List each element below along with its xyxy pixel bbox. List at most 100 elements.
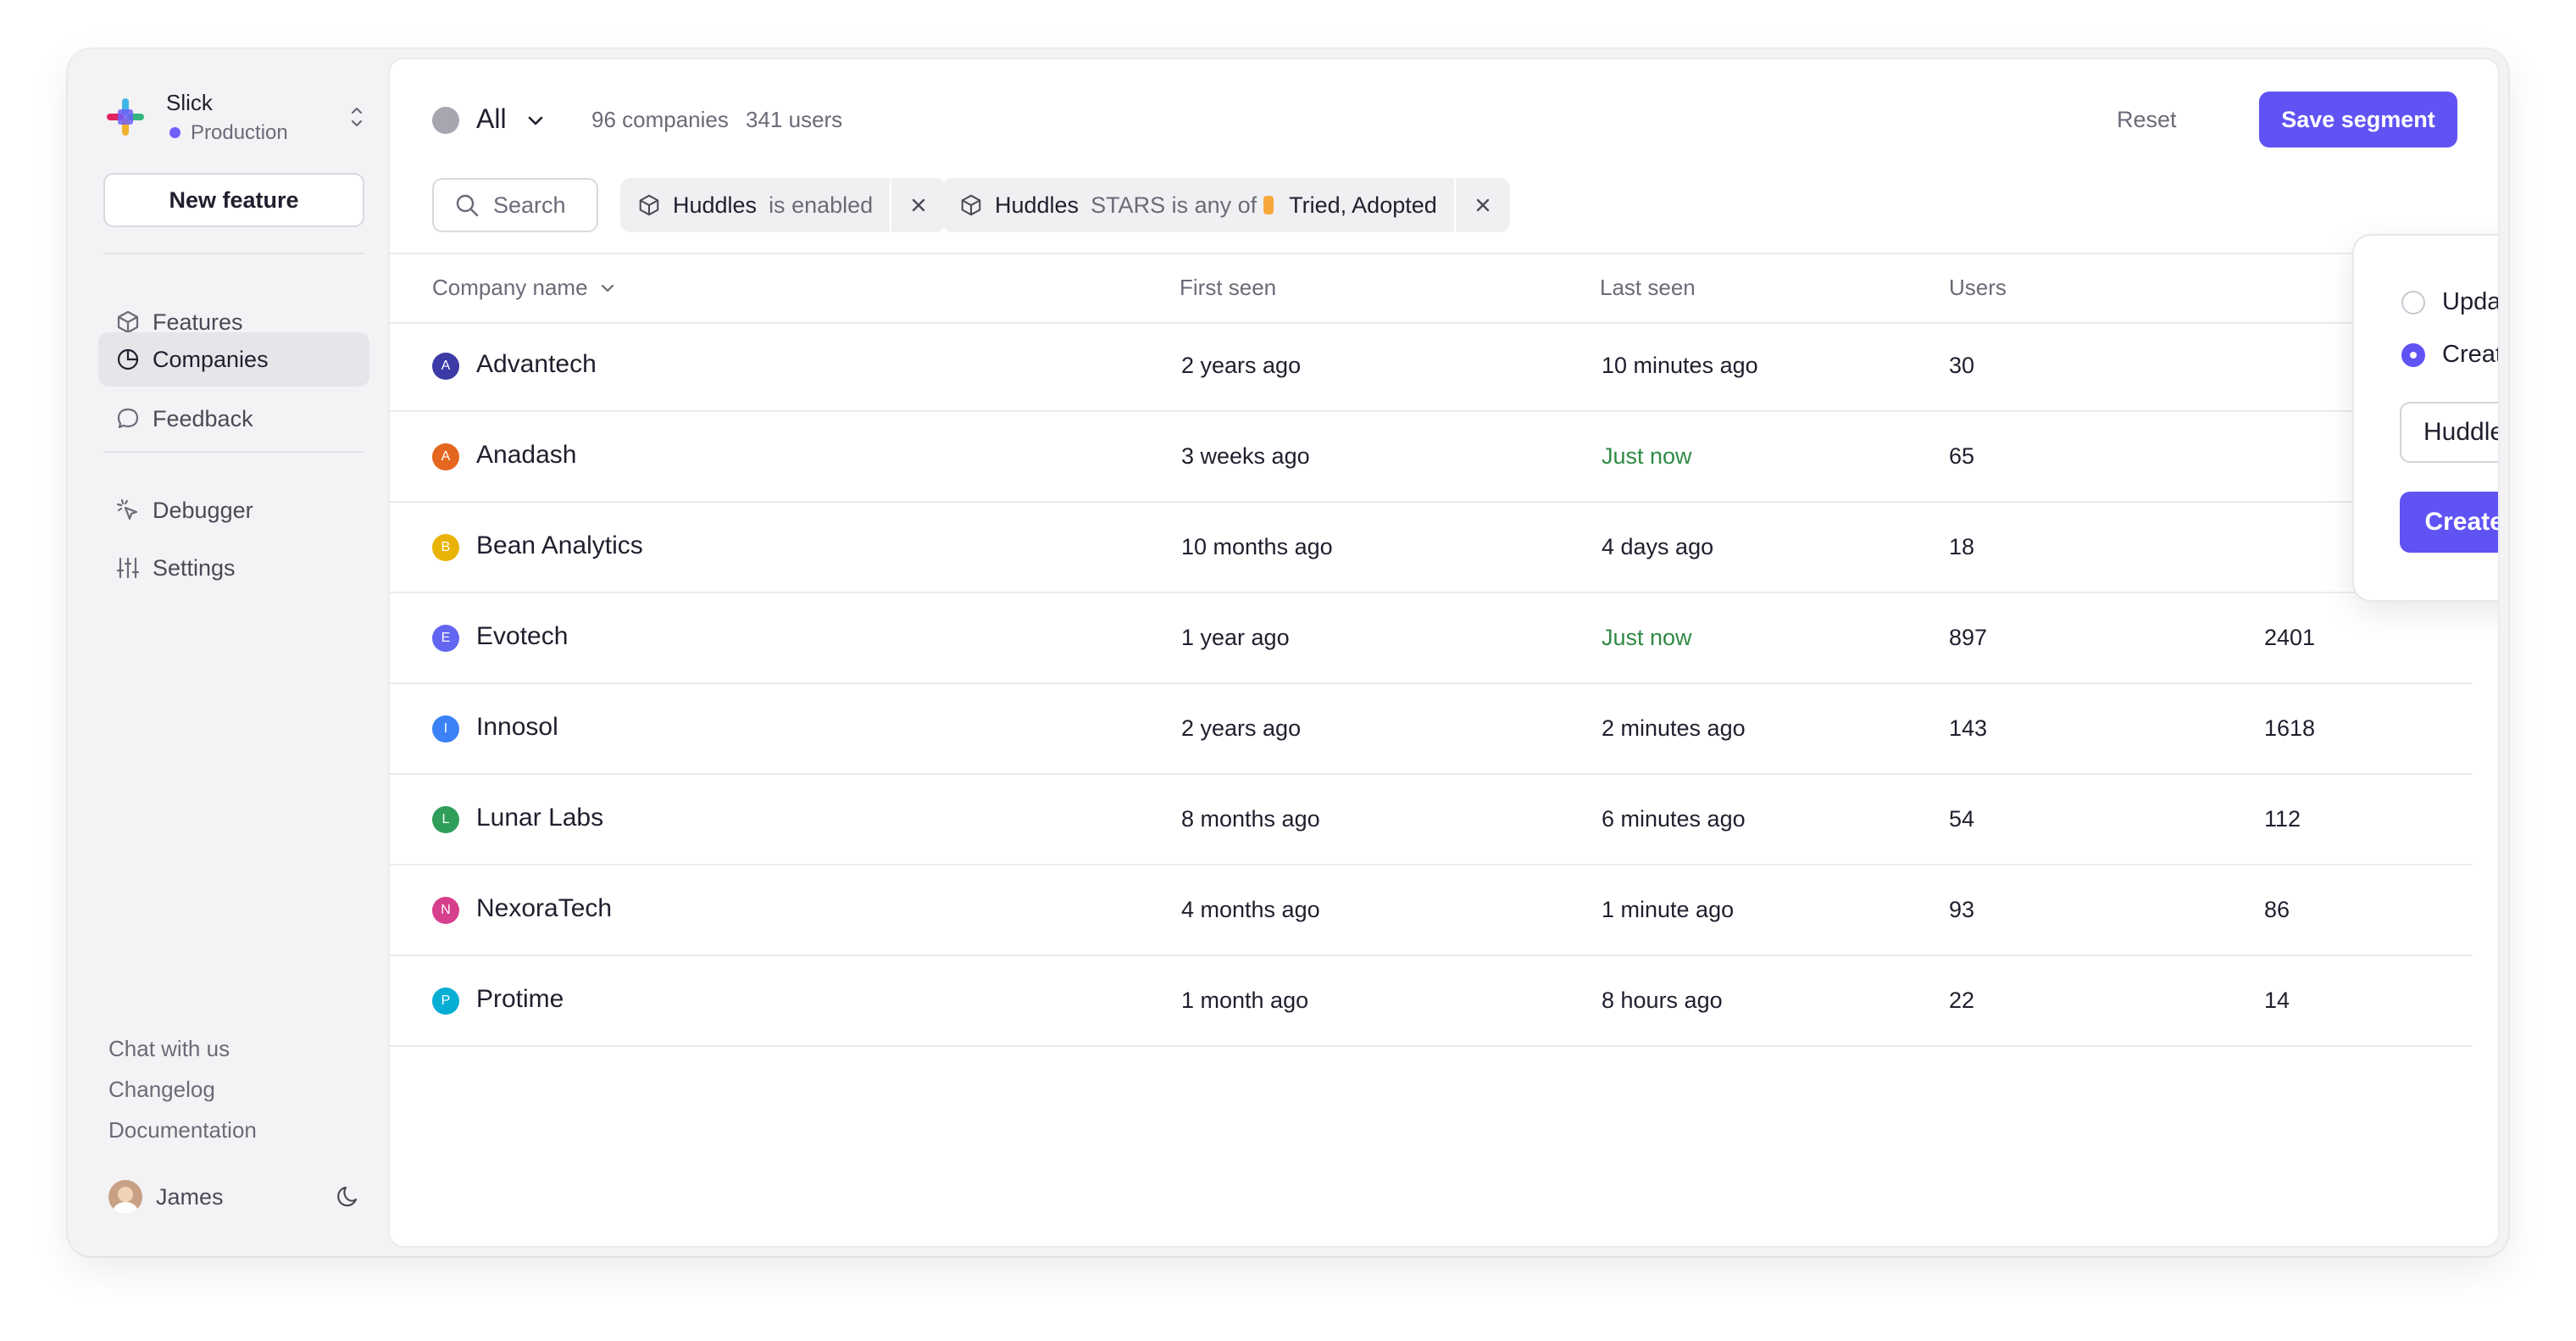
update-segment-option[interactable]: Update segment (2401, 288, 2498, 316)
create-segment-button[interactable]: Create segment (2400, 492, 2498, 553)
last-seen: 6 minutes ago (1602, 806, 1746, 832)
documentation-link[interactable]: Documentation (108, 1117, 257, 1143)
sidebar-divider (103, 451, 364, 453)
table-row[interactable]: P Protime 1 month ago 8 hours ago 22 14 (390, 957, 2473, 1047)
table-row[interactable]: E Evotech 1 year ago Just now 897 2401 (390, 594, 2473, 684)
first-seen: 2 years ago (1181, 353, 1302, 378)
company-name[interactable]: Bean Analytics (476, 531, 643, 560)
changelog-link[interactable]: Changelog (108, 1077, 215, 1103)
extra-count-cell: 86 (2264, 897, 2290, 922)
filter-chip-body[interactable]: Huddles is enabled (620, 178, 890, 232)
last-seen: 10 minutes ago (1602, 353, 1758, 378)
remove-filter-button[interactable] (1453, 178, 1510, 232)
new-feature-button[interactable]: New feature (103, 173, 364, 227)
segment-header: All 96 companies 341 users Reset Save se… (390, 59, 2498, 178)
companies-count: 96 companies (591, 107, 729, 132)
moon-icon[interactable] (334, 1182, 363, 1211)
environment-label: Production (166, 121, 347, 145)
filter-chip-enabled[interactable]: Huddles is enabled (620, 178, 947, 232)
chevron-down-icon[interactable] (525, 110, 546, 131)
users-count-cell: 143 (1949, 715, 1988, 741)
table-row[interactable]: N NexoraTech 4 months ago 1 minute ago 93 86 (390, 866, 2473, 956)
option-label: Update segment (2442, 288, 2498, 315)
company-avatar: B (432, 534, 459, 561)
filter-feature: Huddles (995, 192, 1080, 218)
extra-count-cell: 1618 (2264, 715, 2316, 741)
option-label: Create a new segment (2442, 341, 2498, 368)
company-name[interactable]: Innosol (476, 713, 558, 742)
company-name[interactable]: Protime (476, 985, 564, 1014)
column-first-seen[interactable]: First seen (1180, 275, 1276, 301)
search-input[interactable] (491, 191, 588, 220)
company-name[interactable]: NexoraTech (476, 894, 612, 923)
app-window: Slick Production New feature Features Co… (68, 49, 2508, 1256)
first-seen: 8 months ago (1181, 806, 1320, 832)
chat-with-us-link[interactable]: Chat with us (108, 1036, 230, 1062)
reset-button[interactable]: Reset (2117, 107, 2177, 133)
segment-selector[interactable]: All (476, 103, 507, 135)
users-count-cell: 18 (1949, 534, 1975, 559)
filter-chip-body[interactable]: Huddles STARS is any of Tried, Adopted (942, 178, 1454, 232)
table-row[interactable]: L Lunar Labs 8 months ago 6 minutes ago 54 11… (390, 776, 2473, 865)
save-segment-button[interactable]: Save segment (2259, 92, 2457, 147)
create-segment-option[interactable]: Create a new segment (2401, 341, 2498, 369)
company-avatar: E (432, 625, 459, 652)
filter-chip-stars[interactable]: Huddles STARS is any of Tried, Adopted (942, 178, 1510, 232)
user-name: James (156, 1183, 224, 1210)
search-box[interactable] (432, 178, 598, 232)
column-users[interactable]: Users (1949, 275, 2007, 301)
table-row[interactable]: B Bean Analytics 10 months ago 4 days ago 18 (390, 504, 2473, 593)
users-count-cell: 93 (1949, 897, 1975, 922)
remove-filter-button[interactable] (890, 178, 946, 232)
user-menu[interactable]: James (108, 1178, 363, 1216)
users-count-cell: 65 (1949, 443, 1975, 469)
table-row[interactable]: I Innosol 2 years ago 2 minutes ago 143 1618 (390, 685, 2473, 775)
sliders-icon (116, 557, 140, 579)
chevron-down-icon (601, 284, 613, 292)
pie-chart-icon (117, 348, 139, 370)
users-count: 341 users (746, 107, 843, 132)
sidebar-item-label: Settings (153, 554, 236, 581)
table-row[interactable]: A Anadash 3 weeks ago Just now 65 (390, 413, 2473, 503)
last-seen: 8 hours ago (1602, 988, 1723, 1013)
users-count-cell: 22 (1949, 988, 1975, 1013)
company-name[interactable]: Advantech (476, 350, 597, 379)
update-segment-radio[interactable] (2401, 290, 2425, 314)
environment-name: Production (191, 120, 288, 144)
table-row[interactable]: A Advantech 2 years ago 10 minutes ago 30 (390, 322, 2473, 412)
workspace-switcher[interactable]: Slick Production (103, 83, 366, 151)
sidebar-item-companies[interactable]: Companies (98, 332, 369, 387)
column-last-seen[interactable]: Last seen (1600, 275, 1696, 301)
segment-name-field[interactable] (2400, 402, 2498, 463)
last-seen: Just now (1602, 443, 1692, 469)
filter-values: Tried, Adopted (1289, 192, 1437, 218)
first-seen: 4 months ago (1181, 897, 1320, 922)
last-seen: 4 days ago (1602, 534, 1714, 559)
cube-icon (117, 310, 139, 334)
users-count-cell: 30 (1949, 353, 1975, 378)
close-icon (1476, 198, 1489, 212)
chat-bubble-icon (117, 408, 139, 429)
column-company-name[interactable]: Company name (432, 275, 617, 301)
create-segment-radio[interactable] (2401, 342, 2425, 367)
filter-condition: is enabled (769, 192, 874, 218)
cube-icon (639, 194, 659, 216)
extra-count-cell: 14 (2264, 988, 2290, 1013)
chevron-up-down-icon (351, 107, 363, 127)
company-name[interactable]: Lunar Labs (476, 804, 603, 832)
company-name[interactable]: Anadash (476, 441, 576, 470)
company-avatar: N (432, 897, 459, 924)
company-name[interactable]: Evotech (476, 622, 568, 651)
search-icon (456, 194, 479, 217)
filter-condition: STARS is any of (1091, 192, 1257, 218)
last-seen: 2 minutes ago (1602, 715, 1746, 741)
cursor-click-icon (116, 498, 138, 520)
first-seen: 1 year ago (1181, 625, 1290, 650)
segment-color-dot (432, 107, 459, 134)
sidebar-item-settings[interactable]: Settings (98, 541, 369, 595)
save-segment-popover: Update segment Create a new segment Crea… (2354, 236, 2498, 600)
sidebar-divider (103, 253, 364, 254)
sidebar-item-feedback[interactable]: Feedback (98, 392, 369, 446)
first-seen: 1 month ago (1181, 988, 1309, 1013)
sidebar-item-debugger[interactable]: Debugger (98, 483, 369, 537)
